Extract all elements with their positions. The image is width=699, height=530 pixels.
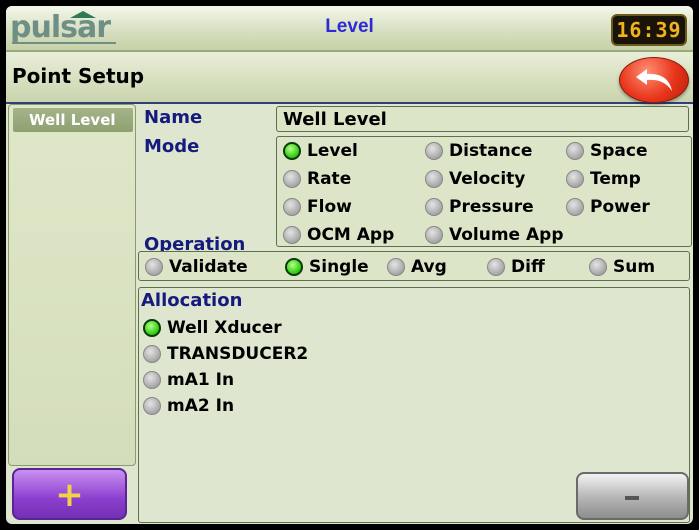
mode-flow-radio[interactable]: Flow xyxy=(283,197,352,217)
clock-display: 16:39 xyxy=(611,14,687,46)
radio-icon xyxy=(283,226,301,244)
radio-icon xyxy=(566,198,584,216)
radio-icon xyxy=(283,198,301,216)
mode-volume-app-radio[interactable]: Volume App xyxy=(425,225,564,245)
radio-icon xyxy=(425,142,443,160)
top-bar: pulsar Level 16:39 xyxy=(6,6,693,52)
radio-icon xyxy=(566,170,584,188)
name-field[interactable]: Well Level xyxy=(276,106,689,132)
op-diff-radio[interactable]: Diff xyxy=(487,257,545,277)
point-item-well-level[interactable]: Well Level xyxy=(13,108,133,132)
radio-icon xyxy=(145,258,163,276)
mode-label: Mode xyxy=(144,136,200,157)
page-header: Point Setup xyxy=(6,52,693,104)
radio-icon xyxy=(143,371,161,389)
radio-icon xyxy=(387,258,405,276)
mode-group: Level Distance Space Rate Velocity Temp … xyxy=(276,136,692,247)
mode-temp-radio[interactable]: Temp xyxy=(566,169,641,189)
mode-space-radio[interactable]: Space xyxy=(566,141,648,161)
point-list: Well Level xyxy=(8,104,136,466)
radio-selected-icon xyxy=(283,142,301,160)
page-title: Point Setup xyxy=(12,64,145,88)
radio-icon xyxy=(589,258,607,276)
device-screen: pulsar Level 16:39 Point Setup Well Leve… xyxy=(6,6,693,524)
mode-rate-radio[interactable]: Rate xyxy=(283,169,351,189)
mode-ocm-app-radio[interactable]: OCM App xyxy=(283,225,394,245)
radio-icon xyxy=(487,258,505,276)
mode-power-radio[interactable]: Power xyxy=(566,197,650,217)
op-avg-radio[interactable]: Avg xyxy=(387,257,447,277)
minus-icon xyxy=(625,496,639,500)
alloc-well-xducer-radio[interactable]: Well Xducer xyxy=(143,318,282,338)
radio-icon xyxy=(425,226,443,244)
op-validate-radio[interactable]: Validate xyxy=(145,257,248,277)
name-label: Name xyxy=(144,107,203,128)
allocation-label: Allocation xyxy=(141,290,243,311)
point-settings: Name Well Level Mode Level Distance Spac… xyxy=(136,104,693,524)
alloc-ma1-in-radio[interactable]: mA1 In xyxy=(143,370,234,390)
mode-velocity-radio[interactable]: Velocity xyxy=(425,169,525,189)
back-arrow-icon xyxy=(636,69,672,91)
back-button[interactable] xyxy=(619,57,689,103)
radio-selected-icon xyxy=(285,258,303,276)
op-sum-radio[interactable]: Sum xyxy=(589,257,655,277)
mode-pressure-radio[interactable]: Pressure xyxy=(425,197,534,217)
radio-selected-icon xyxy=(143,319,161,337)
mode-level-radio[interactable]: Level xyxy=(283,141,358,161)
radio-icon xyxy=(425,198,443,216)
remove-point-button[interactable] xyxy=(576,472,689,520)
radio-icon xyxy=(143,397,161,415)
radio-icon xyxy=(143,345,161,363)
alloc-ma2-in-radio[interactable]: mA2 In xyxy=(143,396,234,416)
radio-icon xyxy=(283,170,301,188)
radio-icon xyxy=(425,170,443,188)
alloc-transducer2-radio[interactable]: TRANSDUCER2 xyxy=(143,344,308,364)
mode-distance-radio[interactable]: Distance xyxy=(425,141,532,161)
radio-icon xyxy=(566,142,584,160)
add-point-button[interactable]: + xyxy=(12,468,127,520)
screen-title: Level xyxy=(325,16,374,37)
op-single-radio[interactable]: Single xyxy=(285,257,369,277)
operation-group: Validate Single Avg Diff Sum xyxy=(138,251,690,281)
